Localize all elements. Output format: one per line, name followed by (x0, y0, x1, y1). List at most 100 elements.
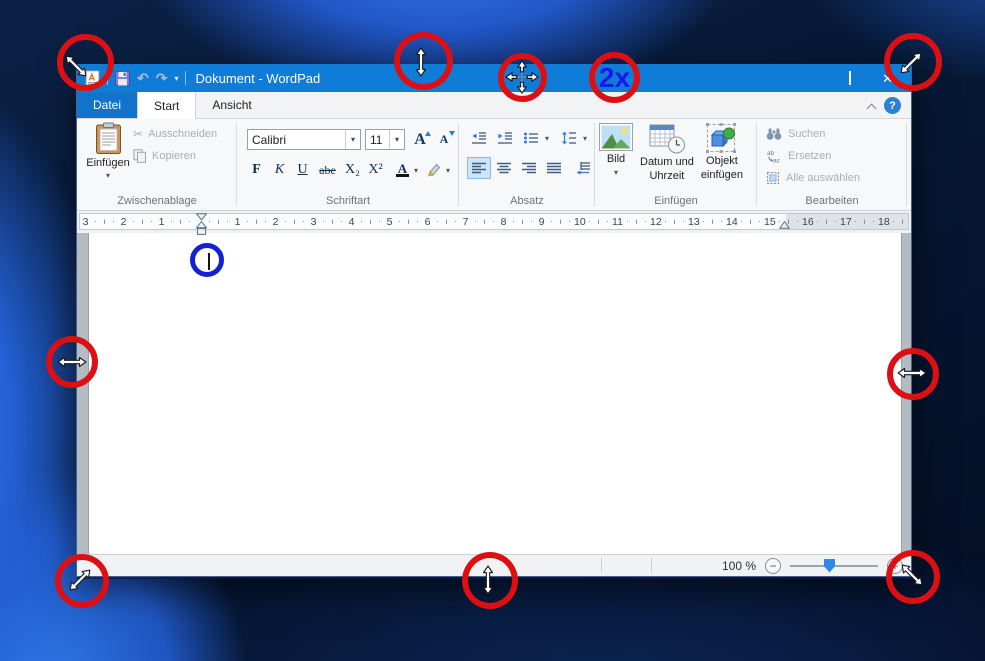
underline-button[interactable]: U (291, 159, 314, 181)
chevron-down-icon[interactable]: ▾ (345, 130, 360, 149)
font-family-combobox[interactable]: Calibri ▾ (247, 129, 361, 150)
italic-button[interactable]: K (268, 159, 291, 181)
cut-label: Ausschneiden (148, 128, 217, 140)
bold-button[interactable]: F (245, 159, 268, 181)
tab-file[interactable]: Datei (77, 92, 137, 118)
ruler-segment: 11·ı· (612, 214, 650, 229)
right-indent-marker[interactable] (779, 221, 790, 229)
ruler-segment: 16·ı· (802, 214, 840, 229)
cut-button[interactable]: ✂ Ausschneiden (133, 127, 217, 141)
double-click-label: 2x (599, 62, 630, 94)
paragraph-dialog-button[interactable] (571, 157, 595, 179)
zoom-out-button[interactable]: − (765, 558, 781, 574)
object-icon (706, 123, 738, 153)
zoom-slider[interactable] (790, 565, 878, 567)
list-button[interactable] (519, 127, 543, 149)
desktop-wallpaper: ↶ ↷ ▾ Dokument - WordPad ✕ Datei Start A… (0, 0, 985, 661)
indent-marker[interactable] (196, 213, 207, 236)
datetime-label-line2: Uhrzeit (649, 170, 684, 182)
group-clipboard: Einfügen ▾ ✂ Ausschneiden Kopieren Zwisc… (77, 119, 237, 210)
move-cursor-icon (505, 60, 539, 94)
insert-object-button[interactable]: Objekt einfügen (701, 123, 743, 181)
ruler-segment: 17·ı· (840, 214, 878, 229)
tab-home[interactable]: Start (137, 92, 196, 119)
object-label-line2: einfügen (701, 169, 743, 181)
font-color-dropdown-icon[interactable]: ▾ (414, 166, 418, 175)
resize-cursor-vertical-icon (415, 47, 427, 77)
arrow-down-icon (449, 131, 455, 136)
ruler-segment: 18·ı· (878, 214, 908, 229)
group-paragraph: ▾ ▾ (459, 119, 595, 210)
maximize-button[interactable] (849, 72, 851, 84)
wordpad-window: ↶ ↷ ▾ Dokument - WordPad ✕ Datei Start A… (76, 64, 912, 577)
replace-button[interactable]: abac Ersetzen (766, 149, 831, 163)
ruler-segment: 1·ı· (232, 214, 270, 229)
datetime-button[interactable]: Datum und Uhrzeit (640, 123, 694, 182)
align-center-button[interactable] (492, 157, 516, 179)
ruler-segment: 2·ı· (118, 214, 156, 229)
annotation-circle-caret (190, 243, 224, 277)
tab-view[interactable]: Ansicht (196, 92, 267, 118)
undo-icon[interactable]: ↶ (137, 71, 149, 85)
line-spacing-dropdown-icon[interactable]: ▾ (583, 134, 587, 143)
grow-font-button[interactable]: A (409, 129, 431, 150)
qat-dropdown-icon[interactable]: ▾ (174, 74, 178, 83)
resize-cursor-horizontal-icon (897, 367, 927, 379)
arrow-up-icon (425, 131, 431, 136)
ruler-segment: 7·ı· (460, 214, 498, 229)
font-color-button[interactable]: A (391, 159, 414, 181)
ribbon-tab-row: Datei Start Ansicht ? (77, 92, 911, 119)
chevron-down-icon[interactable]: ▾ (389, 130, 404, 149)
group-insert: Bild ▾ Datum und Uhrzeit O (595, 119, 757, 210)
paste-label: Einfügen (86, 157, 129, 169)
font-color-letter: A (398, 163, 407, 174)
font-size-combobox[interactable]: 11 ▾ (365, 129, 405, 150)
ruler[interactable]: 3·ı·2·ı·1·ı··ı·1·ı·2·ı·3·ı·4·ı·5·ı·6·ı·7… (79, 213, 909, 230)
paragraph-row2 (467, 157, 595, 179)
help-button[interactable]: ? (884, 97, 901, 114)
select-all-icon (766, 171, 780, 185)
picture-dropdown-icon: ▾ (614, 167, 618, 179)
paste-dropdown-icon: ▾ (106, 171, 110, 180)
shrink-font-button[interactable]: A (433, 129, 455, 150)
window-titlebar[interactable]: ↶ ↷ ▾ Dokument - WordPad ✕ (77, 64, 911, 92)
binoculars-icon (766, 127, 782, 141)
group-label-insert: Einfügen (595, 195, 757, 207)
decrease-indent-button[interactable] (467, 127, 491, 149)
zoom-slider-thumb[interactable] (824, 559, 835, 573)
justify-button[interactable] (542, 157, 566, 179)
group-label-font: Schriftart (237, 195, 459, 207)
ruler-segment: 9·ı· (536, 214, 574, 229)
copy-label: Kopieren (152, 150, 196, 162)
qat-separator (185, 71, 186, 85)
document-page[interactable] (88, 233, 902, 554)
clipboard-icon (95, 122, 122, 155)
list-dropdown-icon[interactable]: ▾ (545, 134, 549, 143)
picture-button[interactable]: Bild ▾ (599, 123, 633, 179)
find-label: Suchen (788, 128, 825, 140)
svg-text:ac: ac (773, 158, 781, 164)
subscript-button[interactable]: X₂ (341, 159, 364, 181)
collapse-ribbon-icon[interactable] (867, 103, 875, 111)
paste-button[interactable]: Einfügen ▾ (83, 122, 133, 190)
group-label-paragraph: Absatz (459, 195, 595, 207)
statusbar-separator (601, 558, 602, 573)
group-label-clipboard: Zwischenablage (77, 195, 237, 207)
increase-indent-button[interactable] (493, 127, 517, 149)
superscript-button[interactable]: X² (364, 159, 387, 181)
redo-icon[interactable]: ↷ (156, 71, 168, 85)
align-left-button[interactable] (467, 157, 491, 179)
find-button[interactable]: Suchen (766, 127, 825, 141)
shrink-font-letter: A (440, 132, 449, 147)
paragraph-row1: ▾ ▾ (467, 127, 587, 149)
copy-button[interactable]: Kopieren (133, 149, 196, 163)
save-icon[interactable] (115, 71, 130, 86)
line-spacing-button[interactable] (557, 127, 581, 149)
highlight-button[interactable] (422, 159, 446, 181)
align-right-button[interactable] (517, 157, 541, 179)
strikethrough-button[interactable]: abe (314, 159, 341, 181)
select-all-button[interactable]: Alle auswählen (766, 171, 860, 185)
ruler-segment: 2·ı· (270, 214, 308, 229)
insert-buttons-row: Bild ▾ Datum und Uhrzeit O (599, 123, 743, 182)
highlight-dropdown-icon[interactable]: ▾ (446, 166, 450, 175)
